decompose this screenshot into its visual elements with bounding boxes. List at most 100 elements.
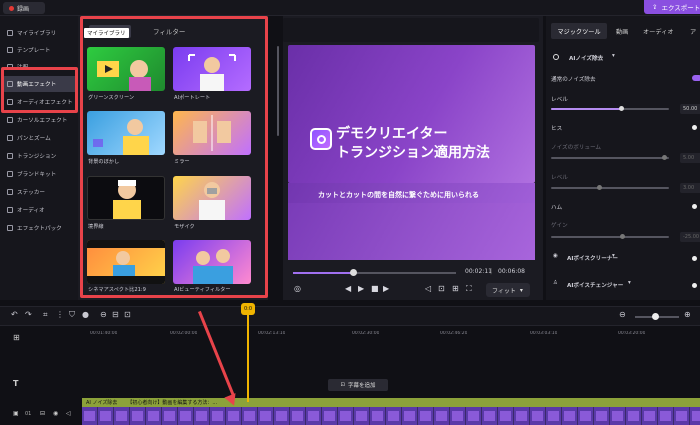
stop-icon[interactable]: ■	[371, 284, 379, 293]
noise-volume-handle[interactable]	[662, 155, 667, 160]
step-forward-icon[interactable]: ▶︎	[383, 284, 389, 293]
layout-icon[interactable]: ⊞	[452, 284, 459, 293]
sidebar-item-cursor-effects[interactable]: カーソルエフェクト	[3, 112, 77, 128]
sidebar-item-effect-pack[interactable]: エフェクトパック	[3, 220, 77, 236]
effect-clip[interactable]: AI ノイズ除去 【初心者向け】動画を編集する方法：...	[82, 398, 700, 407]
normal-noise-toggle[interactable]	[692, 75, 700, 81]
sidebar-item-transitions[interactable]: トランジション	[3, 148, 77, 164]
level-label: レベル	[551, 97, 568, 103]
level-slider-handle[interactable]	[619, 106, 624, 111]
noise-volume-slider[interactable]	[551, 157, 669, 159]
playhead-line[interactable]	[247, 304, 249, 402]
audio-icon	[7, 207, 13, 213]
tab-magic-tools[interactable]: マジックツール	[551, 23, 607, 39]
app-logo-ring-icon	[317, 135, 326, 144]
tab-more[interactable]: ア	[690, 27, 696, 36]
normal-noise-label: 通常のノイズ除去	[551, 77, 596, 83]
sidebar-item-pan-zoom[interactable]: パンとズーム	[3, 130, 77, 146]
voice-cleaner-radio[interactable]	[692, 256, 697, 261]
hiss-radio[interactable]	[692, 125, 697, 130]
fit-dropdown[interactable]: フィット ▾	[486, 283, 530, 297]
export-label: エクスポート	[661, 4, 700, 12]
level2-label: レベル	[551, 175, 568, 181]
hum-label: ハム	[551, 205, 563, 211]
video-track-icon: ▣	[13, 410, 19, 417]
undo-icon[interactable]: ↶	[11, 310, 18, 319]
marker-icon[interactable]: ⊡	[124, 310, 131, 319]
voice-changer-radio[interactable]	[692, 283, 697, 288]
noise-volume-label: ノイズのボリューム	[551, 145, 602, 151]
zoom-plus-icon[interactable]: ⊕	[684, 310, 691, 319]
level2-value[interactable]: 3.00	[680, 183, 700, 193]
level2-handle[interactable]	[597, 185, 602, 190]
step-back-icon[interactable]: ◀︎	[345, 284, 351, 293]
redo-icon[interactable]: ↷	[25, 310, 32, 319]
noise-volume-value[interactable]: 5.00	[680, 153, 700, 163]
ruler-tick: 00:01:40:00	[90, 331, 118, 336]
record-button[interactable]: 録画	[3, 2, 45, 14]
zoom-minus-icon[interactable]: ⊖	[619, 310, 626, 319]
voice-changer-icon: ♙	[553, 280, 559, 286]
video-clip[interactable]	[82, 407, 700, 425]
volume-icon[interactable]: ◁	[425, 284, 431, 293]
chevron-down-icon[interactable]: ▾	[612, 53, 615, 59]
ruler-tick: 00:03:03:10	[530, 331, 558, 336]
ruler-icon[interactable]: ⊟	[112, 310, 119, 319]
sidebar-item-audio[interactable]: オーディオ	[3, 202, 77, 218]
gain-label: ゲイン	[551, 223, 568, 229]
ai-noise-label: AIノイズ除去	[569, 56, 604, 62]
chevron-down-icon[interactable]: ▾	[612, 253, 615, 259]
brand-kit-icon	[7, 171, 13, 177]
fullscreen-icon[interactable]: ⛶	[466, 284, 472, 294]
playhead-handle[interactable]: 0:0	[241, 303, 255, 315]
seek-bar-progress	[293, 272, 353, 274]
effects-scrollbar[interactable]	[277, 46, 279, 136]
track-number: 01	[25, 411, 32, 417]
add-track-icon[interactable]: ⊞	[13, 333, 20, 342]
zoom-out-icon[interactable]: ⊖	[100, 310, 107, 319]
hum-radio[interactable]	[692, 204, 697, 209]
shield-icon[interactable]: ⛉	[69, 310, 75, 320]
sidebar-item-stickers[interactable]: ステッカー	[3, 184, 77, 200]
time-separator: |	[490, 268, 493, 275]
seek-handle[interactable]	[350, 269, 357, 276]
split-icon[interactable]: ⋮	[56, 310, 64, 319]
add-caption-button[interactable]: ⊡ 字幕を追加	[328, 379, 388, 391]
mute-icon[interactable]: ◁	[66, 410, 71, 417]
crop-tool-icon[interactable]: ⌗	[43, 310, 48, 320]
preview-top-bar	[283, 18, 539, 42]
sidebar-item-brand-kit[interactable]: ブランドキット	[3, 166, 77, 182]
tab-video[interactable]: 動画	[616, 27, 628, 36]
ai-voice-cleaner-label: AIボイスクリーナー	[567, 256, 618, 262]
snapshot-icon[interactable]: ◎	[294, 284, 301, 293]
visibility-icon[interactable]: ◉	[53, 410, 58, 417]
ruler-tick: 00:03:20:00	[618, 331, 646, 336]
video-preview[interactable]	[288, 45, 535, 183]
sidebar-item-templates[interactable]: テンプレート	[3, 42, 77, 58]
effect-pack-icon	[7, 225, 13, 231]
tab-audio[interactable]: オーディオ	[643, 27, 674, 36]
video-subtitle: カットとカットの間を自然に繋ぐために用いられる	[318, 191, 479, 199]
play-icon[interactable]: ▶︎	[358, 284, 364, 293]
cursor-icon	[7, 117, 13, 123]
chevron-down-icon: ▾	[519, 286, 523, 294]
level2-slider[interactable]	[551, 187, 669, 189]
ruler-tick: 00:02:30:00	[352, 331, 380, 336]
lock-icon[interactable]: ⊟	[40, 410, 45, 417]
level-value[interactable]: 50.00	[680, 104, 700, 114]
crop-icon[interactable]: ⊡	[438, 284, 445, 293]
zoom-handle[interactable]	[652, 313, 659, 320]
gain-slider[interactable]	[551, 236, 669, 238]
gain-value[interactable]: -25.00	[680, 232, 700, 242]
text-track-icon: T	[13, 379, 19, 388]
video-title-line1: デモクリエイター	[336, 126, 448, 142]
sidebar-item-my-library[interactable]: マイライブラリ	[3, 25, 77, 41]
ruler-tick: 00:02:00:00	[170, 331, 198, 336]
gain-handle[interactable]	[620, 234, 625, 239]
chevron-down-icon[interactable]: ▾	[628, 280, 631, 286]
mic-icon[interactable]: ●	[82, 310, 89, 319]
export-button[interactable]: ⇪ エクスポート	[644, 0, 700, 14]
current-time: 00:02:11	[465, 268, 492, 275]
total-time: 00:06:08	[498, 268, 525, 275]
record-icon	[9, 5, 14, 11]
